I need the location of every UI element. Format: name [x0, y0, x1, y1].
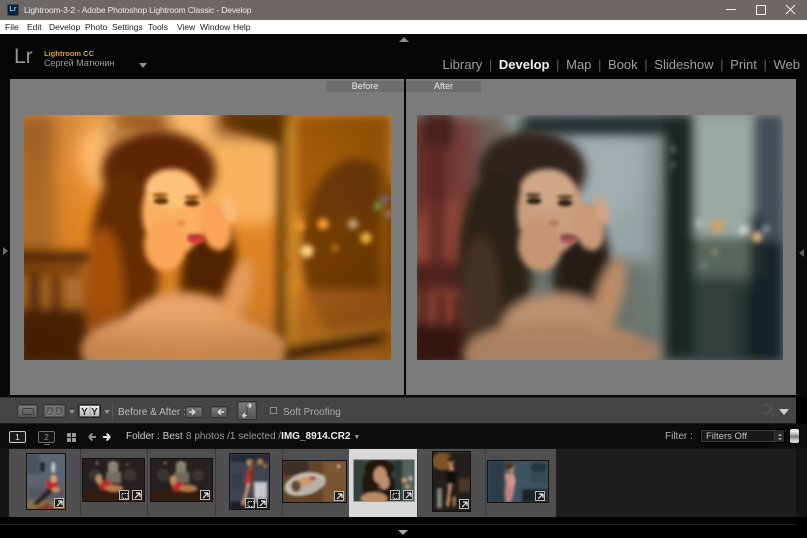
- svg-text:A: A: [47, 407, 52, 416]
- svg-text:Y: Y: [81, 407, 88, 417]
- svg-text:A: A: [56, 407, 61, 416]
- svg-text:Y: Y: [91, 407, 98, 417]
